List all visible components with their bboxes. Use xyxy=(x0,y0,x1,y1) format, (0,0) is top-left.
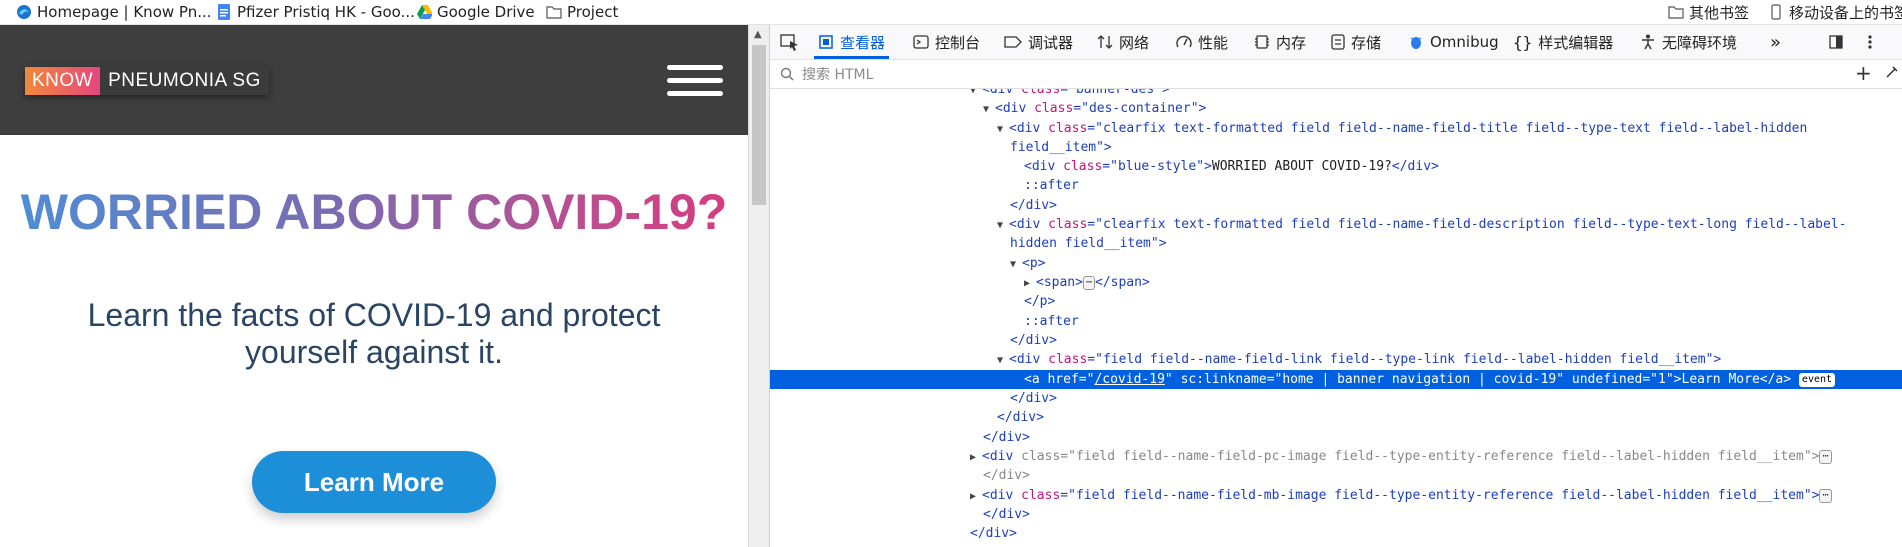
devtools-panel: 查看器 控制台 调试器 网络 性能 内存 存储 Omnibug {} 样式编辑器… xyxy=(769,25,1902,547)
html-close-node[interactable]: </div> xyxy=(770,524,1902,543)
html-close-node[interactable]: </div> xyxy=(770,466,1902,485)
html-close-node[interactable]: </p> xyxy=(770,292,1902,311)
site-logo[interactable]: KNOW PNEUMONIA SG xyxy=(25,67,269,95)
bookmark-other[interactable]: 其他书签 xyxy=(1668,0,1749,24)
performance-icon xyxy=(1176,34,1192,50)
webpage-viewport: KNOW PNEUMONIA SG WORRIED ABOUT COVID-19… xyxy=(0,25,748,547)
bookmark-homepage[interactable]: Homepage | Know Pn... xyxy=(16,0,212,24)
tab-omnibug[interactable]: Omnibug xyxy=(1408,25,1499,59)
drive-icon xyxy=(416,4,432,20)
html-node[interactable]: ▼ <div class="field field--name-field-lin… xyxy=(770,350,1902,369)
bookmark-pfizer[interactable]: Pfizer Pristiq HK - Goo... xyxy=(216,0,415,24)
html-node[interactable]: <div class="blue-style">WORRIED ABOUT CO… xyxy=(770,157,1902,176)
html-node[interactable]: ▼ <div class="banner-des"> xyxy=(770,89,1902,99)
logo-know: KNOW xyxy=(25,67,101,95)
html-node-wrap: hidden field__item"> xyxy=(1010,236,1167,251)
tab-network[interactable]: 网络 xyxy=(1097,25,1149,59)
tab-accessibility[interactable]: 无障碍环境 xyxy=(1640,25,1737,59)
scroll-thumb[interactable] xyxy=(752,45,766,205)
page-scrollbar[interactable]: ▲ xyxy=(748,25,769,547)
tab-console[interactable]: 控制台 xyxy=(913,25,980,59)
html-node[interactable]: ▶ <div class="field field--name-field-mb-… xyxy=(770,486,1902,505)
tab-memory[interactable]: 内存 xyxy=(1254,25,1306,59)
html-close-node[interactable]: </div> xyxy=(770,505,1902,524)
devtools-toolbar: 查看器 控制台 调试器 网络 性能 内存 存储 Omnibug {} 样式编辑器… xyxy=(770,25,1902,60)
tab-performance[interactable]: 性能 xyxy=(1176,25,1228,59)
tab-debugger[interactable]: 调试器 xyxy=(1004,25,1073,59)
bookmark-label: Pfizer Pristiq HK - Goo... xyxy=(237,3,415,21)
inspector-icon xyxy=(818,34,834,50)
bookmark-label: Project xyxy=(567,3,619,21)
bookmark-label: Homepage | Know Pn... xyxy=(37,3,212,21)
event-badge[interactable]: event xyxy=(1798,372,1836,387)
logo-pneumonia-sg: PNEUMONIA SG xyxy=(100,67,269,95)
html-pseudo-node[interactable]: ::after xyxy=(770,176,1902,195)
html-close-node[interactable]: </div> xyxy=(770,331,1902,350)
tab-storage[interactable]: 存储 xyxy=(1331,25,1381,59)
collapsed-content-icon[interactable]: ⋯ xyxy=(1082,275,1095,290)
html-node-selected[interactable]: <a href="/covid-19" sc:linkname="home | … xyxy=(770,370,1902,389)
more-tabs-icon[interactable]: » xyxy=(1770,25,1781,59)
html-node[interactable]: ▶ <div class="field field--name-field-pc-… xyxy=(770,447,1902,466)
html-close-node[interactable]: </div> xyxy=(770,196,1902,215)
scroll-up-icon[interactable]: ▲ xyxy=(754,29,762,40)
folder-icon xyxy=(1668,4,1684,20)
html-node[interactable]: ▼ <div class="clearfix text-formatted fie… xyxy=(770,119,1902,138)
bookmark-project[interactable]: Project xyxy=(546,0,618,24)
omnibug-icon xyxy=(1408,34,1424,50)
dock-side-icon[interactable] xyxy=(1828,25,1844,59)
learn-more-button[interactable]: Learn More xyxy=(252,451,496,513)
html-node[interactable]: ▼ <p> xyxy=(770,254,1902,273)
search-html-input[interactable] xyxy=(782,63,1854,87)
folder-icon xyxy=(546,4,562,20)
add-node-icon[interactable]: + xyxy=(1855,61,1872,85)
bookmark-label: Google Drive xyxy=(437,3,535,21)
console-icon xyxy=(913,34,929,50)
html-close-node[interactable]: </div> xyxy=(770,408,1902,427)
hamburger-menu-icon[interactable] xyxy=(667,61,723,99)
html-pseudo-node[interactable]: ::after xyxy=(770,312,1902,331)
devtools-options-icon[interactable] xyxy=(1864,25,1876,59)
html-node-wrap: field__item"> xyxy=(1010,140,1112,155)
html-close-node[interactable]: </div> xyxy=(770,428,1902,447)
html-node[interactable]: ▼ <div class="clearfix text-formatted fie… xyxy=(770,215,1902,234)
bookmark-label: 移动设备上的书签 xyxy=(1789,3,1902,22)
doc-icon xyxy=(216,4,232,20)
bookmark-label: 其他书签 xyxy=(1689,3,1750,22)
memory-icon xyxy=(1254,34,1270,50)
debugger-icon xyxy=(1004,34,1022,50)
network-icon xyxy=(1097,34,1113,50)
html-tree: ▼ <div class="banner-des"> ▼ <div class="d… xyxy=(770,89,1902,547)
html-node[interactable]: ▶ <span> ⋯ </span> xyxy=(770,273,1902,292)
html-close-node[interactable]: </div> xyxy=(770,389,1902,408)
collapsed-content-icon[interactable]: ⋯ xyxy=(1819,488,1832,503)
html-search-bar: + xyxy=(770,60,1902,89)
storage-icon xyxy=(1331,34,1345,50)
html-node[interactable]: ▼ <div class="des-container"> xyxy=(770,99,1902,118)
bookmark-mobile[interactable]: 移动设备上的书签 xyxy=(1768,0,1902,24)
page-headline: WORRIED ABOUT COVID-19? xyxy=(0,183,748,241)
edge-icon xyxy=(16,4,32,20)
site-header: KNOW PNEUMONIA SG xyxy=(0,25,748,135)
page-subtext: Learn the facts of COVID-19 and protect … xyxy=(87,297,661,370)
tab-inspector[interactable]: 查看器 xyxy=(813,25,890,59)
tab-style-editor[interactable]: {} 样式编辑器 xyxy=(1513,25,1613,59)
style-editor-icon: {} xyxy=(1513,32,1533,52)
accessibility-icon xyxy=(1640,34,1656,50)
bookmarks-bar: Homepage | Know Pn... Pfizer Pristiq HK … xyxy=(0,0,1902,25)
collapsed-content-icon[interactable]: ⋯ xyxy=(1819,449,1832,464)
bookmark-google-drive[interactable]: Google Drive xyxy=(416,0,535,24)
mobile-icon xyxy=(1768,4,1784,20)
element-picker-icon[interactable] xyxy=(780,25,800,59)
pick-color-icon[interactable] xyxy=(1885,64,1899,83)
